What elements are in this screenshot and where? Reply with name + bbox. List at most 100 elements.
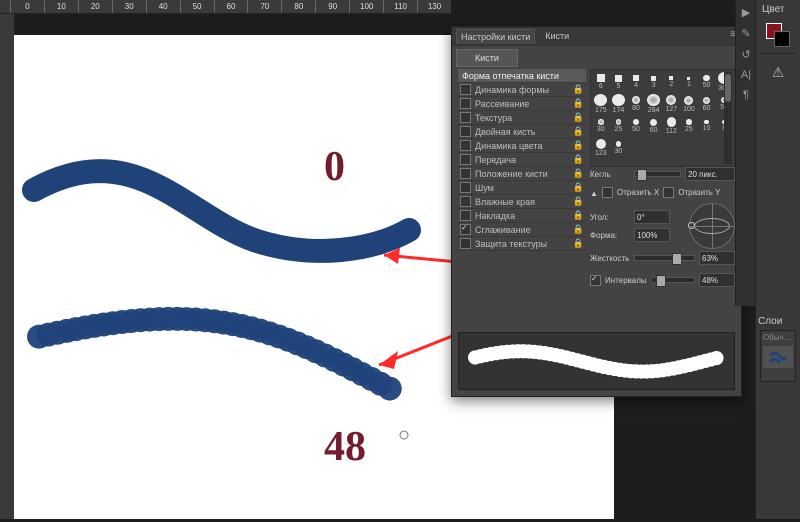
ruler-tick: 0	[10, 0, 44, 14]
brush-preset[interactable]: 60	[646, 116, 662, 136]
brush-option[interactable]: Двойная кисть🔒	[458, 125, 586, 139]
brush-preset[interactable]: 50	[628, 116, 644, 136]
blend-mode[interactable]: Обыч...	[761, 331, 795, 344]
brush-preset[interactable]: 127	[664, 94, 680, 114]
lock-icon[interactable]: 🔒	[573, 182, 584, 193]
warning-icon[interactable]: ⚠	[766, 60, 790, 84]
brush-preset[interactable]: 112	[664, 116, 680, 136]
lock-icon[interactable]: 🔒	[573, 210, 584, 221]
option-checkbox[interactable]	[460, 140, 471, 151]
brush-preset[interactable]: 284	[646, 94, 662, 114]
brush-option[interactable]: Форма отпечатка кисти	[458, 69, 586, 83]
option-checkbox[interactable]	[460, 238, 471, 249]
brush-preset[interactable]: 30	[611, 138, 627, 158]
brush-preset[interactable]: 5	[611, 72, 627, 92]
paragraph-icon[interactable]: ¶	[743, 89, 749, 101]
option-checkbox[interactable]	[460, 210, 471, 221]
lock-icon[interactable]: 🔒	[573, 84, 584, 95]
option-checkbox[interactable]	[460, 154, 471, 165]
history-icon[interactable]: ↺	[741, 48, 750, 61]
scroll-thumb[interactable]	[725, 74, 731, 102]
spacing-checkbox[interactable]	[590, 275, 601, 286]
flipx-checkbox[interactable]	[602, 187, 613, 198]
brush-option[interactable]: Передача🔒	[458, 153, 586, 167]
lock-icon[interactable]: 🔒	[573, 238, 584, 249]
brush-option[interactable]: Накладка🔒	[458, 209, 586, 223]
stroke-0	[34, 171, 409, 251]
option-checkbox[interactable]	[460, 98, 471, 109]
brush-preset[interactable]: 25	[611, 116, 627, 136]
layers-panel[interactable]: Обыч...	[760, 330, 796, 382]
option-checkbox[interactable]	[460, 224, 471, 235]
brush-preset[interactable]: 10	[699, 116, 715, 136]
hardness-slider[interactable]	[634, 255, 695, 261]
lock-icon[interactable]: 🔒	[573, 154, 584, 165]
hardness-input[interactable]	[699, 251, 735, 265]
lock-icon[interactable]: 🔒	[573, 140, 584, 151]
brush-preset[interactable]: 80	[628, 94, 644, 114]
brush-option[interactable]: Динамика цвета 🔒	[458, 139, 586, 153]
lock-icon[interactable]: 🔒	[573, 126, 584, 137]
lock-icon[interactable]: 🔒	[573, 112, 584, 123]
brush-preset[interactable]: 50	[699, 72, 715, 92]
brush-option[interactable]: Защита текстуры🔒	[458, 237, 586, 251]
spacing-input[interactable]	[699, 273, 735, 287]
layers-panel-title[interactable]: Слои	[752, 312, 800, 329]
color-panel-title[interactable]: Цвет	[756, 0, 800, 17]
angle-widget[interactable]	[689, 203, 735, 249]
flipy-label: Отразить Y	[678, 188, 720, 197]
option-label: Динамика цвета	[475, 141, 543, 151]
option-checkbox[interactable]	[460, 182, 471, 193]
brush-preset[interactable]: 30	[593, 116, 609, 136]
brush-option[interactable]: Положение кисти 🔒	[458, 167, 586, 181]
stroke-48	[27, 307, 402, 401]
layer-thumb[interactable]	[763, 346, 793, 368]
brush-preset[interactable]: 25	[681, 116, 697, 136]
lock-icon[interactable]: 🔒	[573, 224, 584, 235]
flipy-checkbox[interactable]	[663, 187, 674, 198]
tab-brushes[interactable]: Кисти	[541, 29, 573, 43]
roundness-input[interactable]	[634, 228, 670, 242]
brush-option[interactable]: Влажные края🔒	[458, 195, 586, 209]
size-slider[interactable]	[634, 171, 681, 177]
tab-brush-settings[interactable]: Настройки кисти	[456, 29, 535, 44]
brush-option[interactable]: Шум🔒	[458, 181, 586, 195]
brush-tip-grid[interactable]: 6543215030617517480284127100605030255060…	[590, 69, 735, 167]
brush-presets-button[interactable]: Кисти	[456, 49, 518, 67]
brush-preset[interactable]: 6	[593, 72, 609, 92]
option-checkbox[interactable]	[460, 168, 471, 179]
size-input[interactable]	[685, 167, 735, 181]
brush-preset[interactable]: 100	[681, 94, 697, 114]
lock-icon[interactable]: 🔒	[573, 98, 584, 109]
brush-preset[interactable]: 4	[628, 72, 644, 92]
brush-preset[interactable]: 60	[699, 94, 715, 114]
type-icon[interactable]: A|	[741, 69, 751, 81]
brush-preset[interactable]: 175	[593, 94, 609, 114]
option-checkbox[interactable]	[460, 84, 471, 95]
brush-preset[interactable]: 2	[664, 72, 680, 92]
option-checkbox[interactable]	[460, 112, 471, 123]
option-label: Положение кисти	[475, 169, 548, 179]
scrollbar[interactable]	[724, 72, 732, 164]
option-checkbox[interactable]	[460, 126, 471, 137]
stroke-preview	[458, 332, 735, 390]
brush-preset[interactable]: 174	[611, 94, 627, 114]
play-icon[interactable]: ▶	[742, 6, 750, 19]
brush-option[interactable]: Динамика формы🔒	[458, 83, 586, 97]
spacing-slider[interactable]	[651, 277, 695, 283]
brush-preset[interactable]: 1	[681, 72, 697, 92]
lock-icon[interactable]: 🔒	[573, 168, 584, 179]
right-toolbar: ▶ ✎ ↺ A| ¶	[735, 0, 756, 306]
brush-option[interactable]: Рассеивание🔒	[458, 97, 586, 111]
brush-option[interactable]: Сглаживание🔒	[458, 223, 586, 237]
brush-icon[interactable]: ✎	[741, 27, 750, 40]
ruler-tick: 60	[214, 0, 248, 14]
color-swatch[interactable]	[766, 23, 790, 47]
option-checkbox[interactable]	[460, 196, 471, 207]
ruler-horizontal: 0102030405060708090100110130	[0, 0, 451, 14]
lock-icon[interactable]: 🔒	[573, 196, 584, 207]
angle-input[interactable]	[634, 210, 670, 224]
brush-preset[interactable]: 3	[646, 72, 662, 92]
brush-option[interactable]: Текстура🔒	[458, 111, 586, 125]
brush-preset[interactable]: 123	[593, 138, 609, 158]
